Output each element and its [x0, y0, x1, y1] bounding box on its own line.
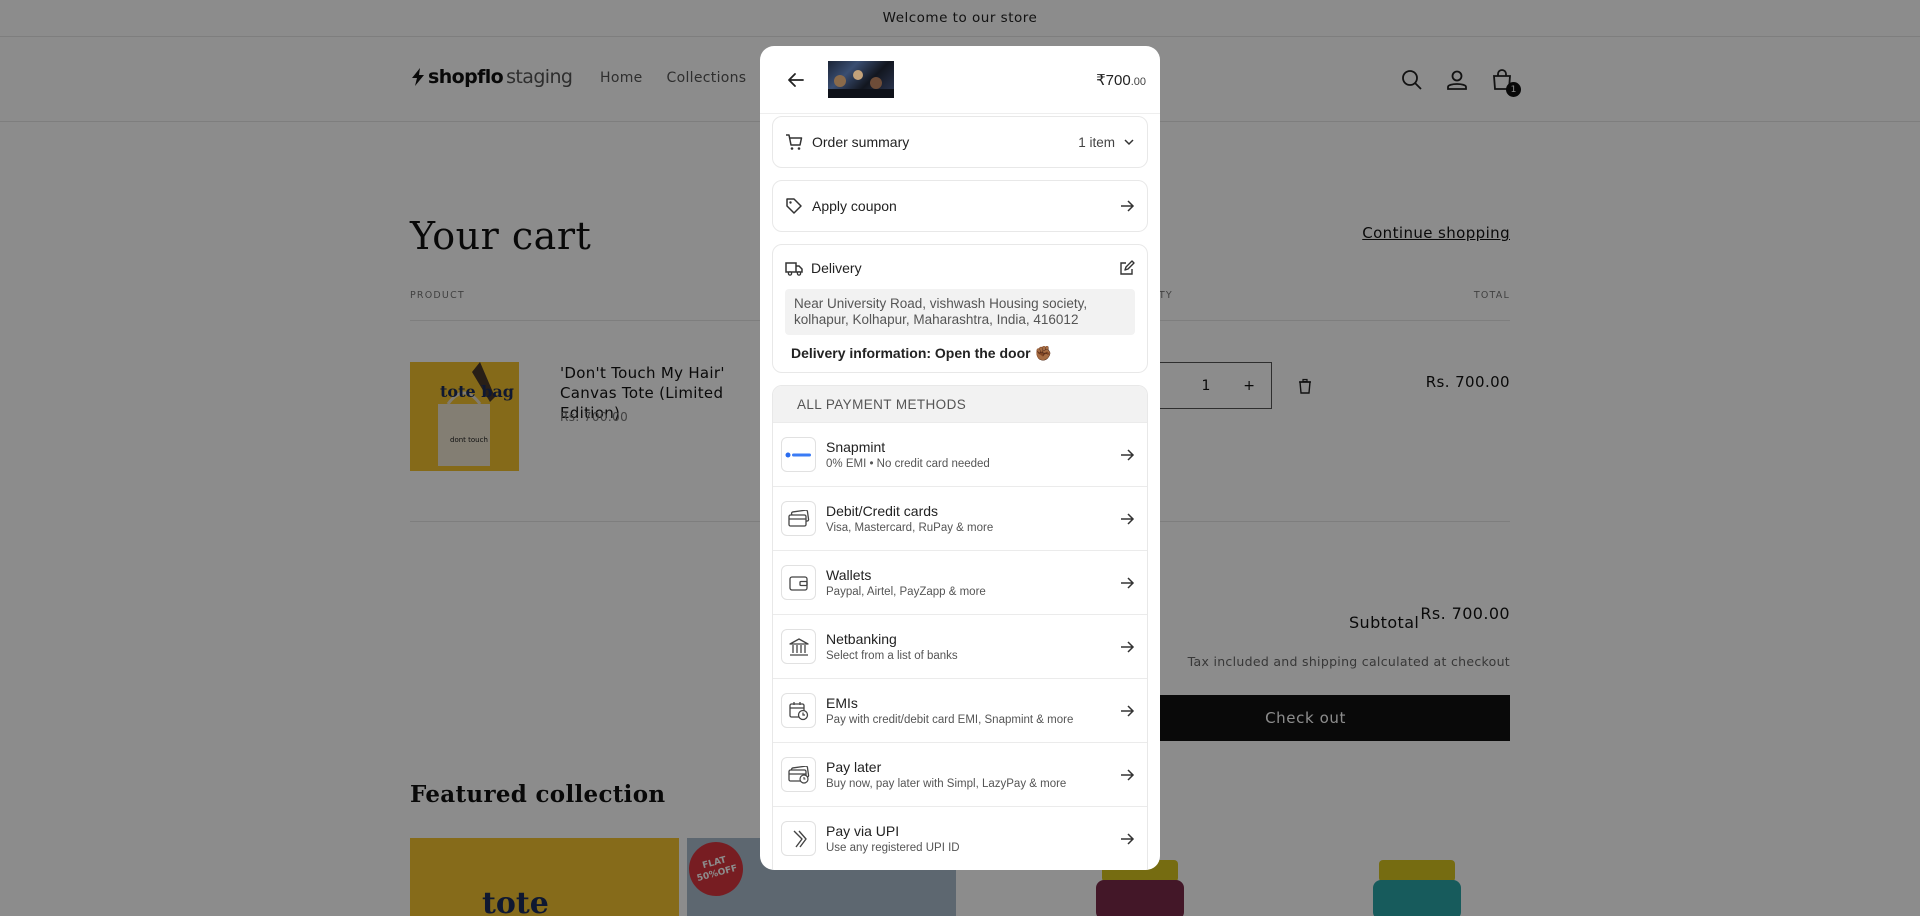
arrow-right-icon	[1121, 768, 1135, 781]
snapmint-logo-icon	[781, 437, 816, 472]
order-item-count: 1 item	[1078, 134, 1115, 150]
apply-coupon-label: Apply coupon	[812, 198, 897, 214]
payment-desc: Buy now, pay later with Simpl, LazyPay &…	[826, 778, 1067, 790]
price-decimals: .00	[1130, 75, 1146, 88]
upi-icon	[781, 821, 816, 856]
payment-desc: Use any registered UPI ID	[826, 842, 960, 854]
chevron-down-icon	[1124, 139, 1134, 146]
delivery-information: Delivery information: Open the door ✊🏾	[791, 345, 1052, 361]
payment-methods: ALL PAYMENT METHODS Snapmint 0% EMI • No …	[772, 385, 1148, 870]
payment-name: EMIs	[826, 695, 858, 711]
apply-coupon-row[interactable]: Apply coupon	[772, 180, 1148, 232]
payment-upi[interactable]: Pay via UPI Use any registered UPI ID	[773, 806, 1147, 870]
payment-desc: Paypal, Airtel, PayZapp & more	[826, 586, 986, 598]
payment-desc: Pay with credit/debit card EMI, Snapmint…	[826, 714, 1074, 726]
arrow-right-icon	[1121, 512, 1135, 525]
payment-desc: 0% EMI • No credit card needed	[826, 458, 990, 470]
payment-name: Debit/Credit cards	[826, 503, 939, 519]
bank-icon	[781, 629, 816, 664]
address-line-2: kolhapur, Kolhapur, Maharashtra, India, …	[794, 312, 1079, 327]
cart-icon	[786, 134, 803, 150]
payment-desc: Select from a list of banks	[826, 650, 958, 662]
merchant-thumbnail	[828, 61, 894, 98]
tag-icon	[786, 198, 802, 214]
payment-methods-title: ALL PAYMENT METHODS	[773, 386, 1147, 422]
back-arrow-icon[interactable]	[786, 70, 806, 90]
payment-emis[interactable]: EMIs Pay with credit/debit card EMI, Snap…	[773, 678, 1147, 742]
arrow-right-icon	[1121, 832, 1135, 845]
delivery-card: Delivery Near University Road, vishwash …	[772, 244, 1148, 373]
modal-body: Order summary 1 item Apply coupon Delive…	[772, 116, 1148, 870]
truck-icon	[785, 262, 803, 276]
payment-wallets[interactable]: Wallets Paypal, Airtel, PayZapp & more	[773, 550, 1147, 614]
payment-name: Wallets	[826, 567, 872, 583]
modal-header: ₹700.00	[760, 46, 1160, 114]
payment-snapmint[interactable]: Snapmint 0% EMI • No credit card needed	[773, 422, 1147, 486]
wallet-icon	[781, 565, 816, 600]
credit-card-icon	[781, 501, 816, 536]
payment-name: Netbanking	[826, 631, 897, 647]
order-summary-label: Order summary	[812, 134, 910, 150]
arrow-right-icon	[1121, 200, 1135, 212]
checkout-modal: ₹700.00 Order summary 1 item Apply coupo…	[760, 46, 1160, 870]
payment-name: Pay later	[826, 759, 882, 775]
payment-cards[interactable]: Debit/Credit cards Visa, Mastercard, RuPa…	[773, 486, 1147, 550]
address-line-1: Near University Road, vishwash Housing s…	[794, 296, 1088, 311]
order-total-price: ₹700.00	[1096, 71, 1146, 89]
order-summary-row[interactable]: Order summary 1 item	[772, 116, 1148, 168]
pay-later-icon	[781, 757, 816, 792]
edit-address-icon[interactable]	[1119, 260, 1135, 276]
payment-pay-later[interactable]: Pay later Buy now, pay later with Simpl, …	[773, 742, 1147, 806]
payment-name: Snapmint	[826, 439, 886, 455]
arrow-right-icon	[1121, 704, 1135, 717]
delivery-label: Delivery	[811, 260, 862, 276]
arrow-right-icon	[1121, 448, 1135, 461]
payment-desc: Visa, Mastercard, RuPay & more	[826, 522, 994, 534]
price-main: ₹700	[1096, 71, 1131, 89]
delivery-address: Near University Road, vishwash Housing s…	[785, 289, 1135, 335]
calendar-clock-icon	[781, 693, 816, 728]
payment-name: Pay via UPI	[826, 823, 900, 839]
arrow-right-icon	[1121, 640, 1135, 653]
arrow-right-icon	[1121, 576, 1135, 589]
payment-netbanking[interactable]: Netbanking Select from a list of banks	[773, 614, 1147, 678]
thumbnail-image	[828, 70, 894, 98]
